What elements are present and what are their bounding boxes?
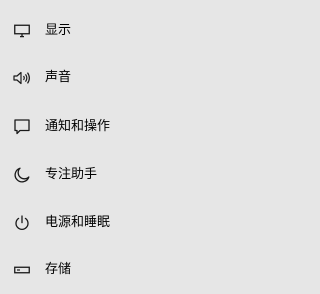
power-icon bbox=[12, 213, 32, 233]
nav-item-display[interactable]: 显示 bbox=[0, 11, 257, 51]
speaker-icon bbox=[12, 68, 32, 88]
nav-item-label: 通知和操作 bbox=[45, 119, 111, 134]
nav-item-notifications[interactable]: 通知和操作 bbox=[0, 107, 257, 147]
nav-item-storage[interactable]: 存储 bbox=[0, 250, 257, 290]
nav-item-focus-assist[interactable]: 专注助手 bbox=[0, 155, 257, 195]
nav-item-power-sleep[interactable]: 电源和睡眠 bbox=[0, 203, 257, 243]
nav-item-label: 声音 bbox=[45, 70, 72, 85]
nav-item-label: 存储 bbox=[45, 262, 72, 277]
monitor-icon bbox=[12, 21, 32, 41]
storage-icon bbox=[12, 260, 32, 280]
moon-icon bbox=[12, 165, 32, 185]
nav-item-label: 电源和睡眠 bbox=[45, 215, 111, 230]
nav-item-sound[interactable]: 声音 bbox=[0, 58, 257, 98]
settings-nav-list: 显示 声音 通知和操作 专注助手 电源和睡眠 存储 bbox=[0, 0, 257, 294]
nav-item-label: 显示 bbox=[45, 23, 72, 38]
notification-icon bbox=[12, 117, 32, 137]
nav-item-label: 专注助手 bbox=[45, 167, 98, 182]
